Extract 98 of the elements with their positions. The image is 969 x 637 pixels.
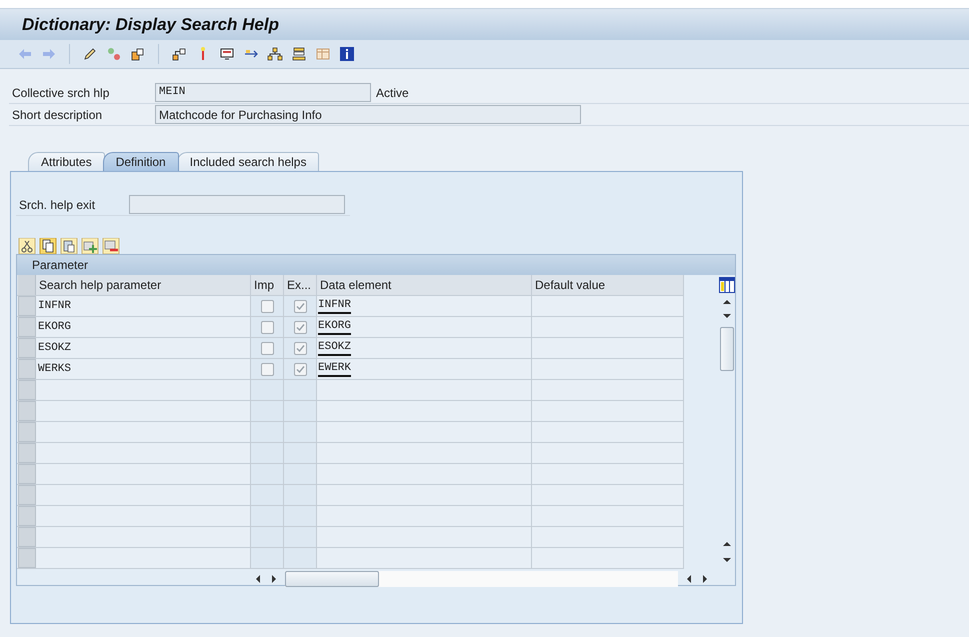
column-header[interactable]: Search help parameter [36,275,251,295]
stack-icon[interactable] [291,46,307,62]
table-row[interactable]: INFNR INFNR [17,296,684,317]
table-cell [251,548,284,568]
table-cell [284,506,317,526]
column-header[interactable]: Data element [317,275,532,295]
paste-icon[interactable] [59,238,79,254]
scissors-icon[interactable] [17,238,37,254]
horizontal-scrollbar[interactable] [285,571,678,587]
checkbox[interactable] [294,362,306,376]
table-title: Parameter [17,255,735,275]
row-selector[interactable] [18,464,36,484]
table-cell [251,443,284,463]
monitor-icon[interactable] [219,46,235,62]
scrollbar-thumb[interactable] [285,571,379,587]
table-row[interactable] [17,527,684,548]
row-selector[interactable] [18,380,36,400]
input-field[interactable]: MEIN [155,83,371,102]
checkbox[interactable] [260,300,274,312]
data-element-link[interactable]: EWERK [318,362,352,376]
data-element-link[interactable]: INFNR [318,298,352,314]
table-row[interactable] [17,506,684,527]
table-row[interactable] [17,485,684,506]
row-selector[interactable] [18,443,36,463]
row-selector[interactable] [18,275,36,295]
scroll-right-icon[interactable] [269,574,279,584]
row-selector[interactable] [18,401,36,421]
table-cell [284,485,317,505]
checkbox[interactable] [294,320,306,334]
checkbox[interactable] [260,342,274,354]
table-cell [251,401,284,421]
tab[interactable]: Definition [102,152,179,171]
row-selector[interactable] [18,422,36,442]
hierarchy-icon[interactable] [171,46,187,62]
object-icon[interactable] [130,46,146,62]
data-element-link[interactable]: ESOKZ [318,340,352,356]
table-icon[interactable] [315,46,331,62]
table-cell [251,485,284,505]
insert-row-icon[interactable] [80,238,100,254]
table-cell [284,380,317,400]
row-selector[interactable] [18,485,36,505]
table-cell [284,443,317,463]
scroll-up-icon[interactable] [722,297,732,307]
checkbox[interactable] [260,320,274,334]
scroll-down-icon[interactable] [722,555,732,565]
status-text: Active [376,84,409,102]
row-selector[interactable] [18,338,36,358]
table-cell [251,506,284,526]
table-row[interactable] [17,401,684,422]
scroll-right-icon[interactable] [700,574,710,584]
row-selector[interactable] [18,359,36,379]
checkbox[interactable] [294,300,306,312]
table-cell [251,380,284,400]
row-selector[interactable] [18,317,36,337]
column-header[interactable]: Default value [532,275,684,295]
table-cell [284,527,317,547]
field-label: Short description [11,106,104,124]
table-cell [251,422,284,442]
table-cell [251,464,284,484]
tab[interactable]: Attributes [28,152,105,171]
input-field[interactable] [129,195,345,214]
copy-icon[interactable] [38,238,58,254]
tree-icon[interactable] [267,46,283,62]
info-icon[interactable] [339,46,355,62]
column-layout-icon[interactable] [718,277,734,293]
checkbox[interactable] [294,342,306,354]
column-header[interactable]: Ex... [284,275,317,295]
scroll-down-icon[interactable] [722,311,732,321]
row-selector[interactable] [18,296,36,316]
row-selector[interactable] [18,527,36,547]
forward-arrow-icon[interactable] [41,46,57,62]
table-row[interactable] [17,380,684,401]
scrollbar-thumb[interactable] [720,327,734,371]
table-row[interactable] [17,548,684,569]
table-cell [284,401,317,421]
table-cell [284,464,317,484]
table-row[interactable] [17,464,684,485]
input-field[interactable]: Matchcode for Purchasing Info [155,105,581,124]
field-label: Srch. help exit [18,196,96,214]
pencil-icon[interactable] [82,46,98,62]
window-title: Dictionary: Display Search Help [22,14,279,36]
table-row[interactable]: ESOKZ ESOKZ [17,338,684,359]
row-selector[interactable] [18,548,36,568]
table-cell [284,422,317,442]
column-header[interactable]: Imp [251,275,284,295]
table-row[interactable] [17,422,684,443]
scroll-up-icon[interactable] [722,539,732,549]
tab[interactable]: Included search helps [176,152,320,171]
table-cell [251,527,284,547]
checkbox[interactable] [260,362,274,376]
table-row[interactable]: WERKS EWERK [17,359,684,380]
table-row[interactable]: EKORG EKORG [17,317,684,338]
delete-row-icon[interactable] [101,238,121,254]
field-label: Collective srch hlp [11,84,110,102]
data-element-link[interactable]: EKORG [318,320,352,334]
table-row[interactable] [17,443,684,464]
table-cell [284,548,317,568]
row-selector[interactable] [18,506,36,526]
